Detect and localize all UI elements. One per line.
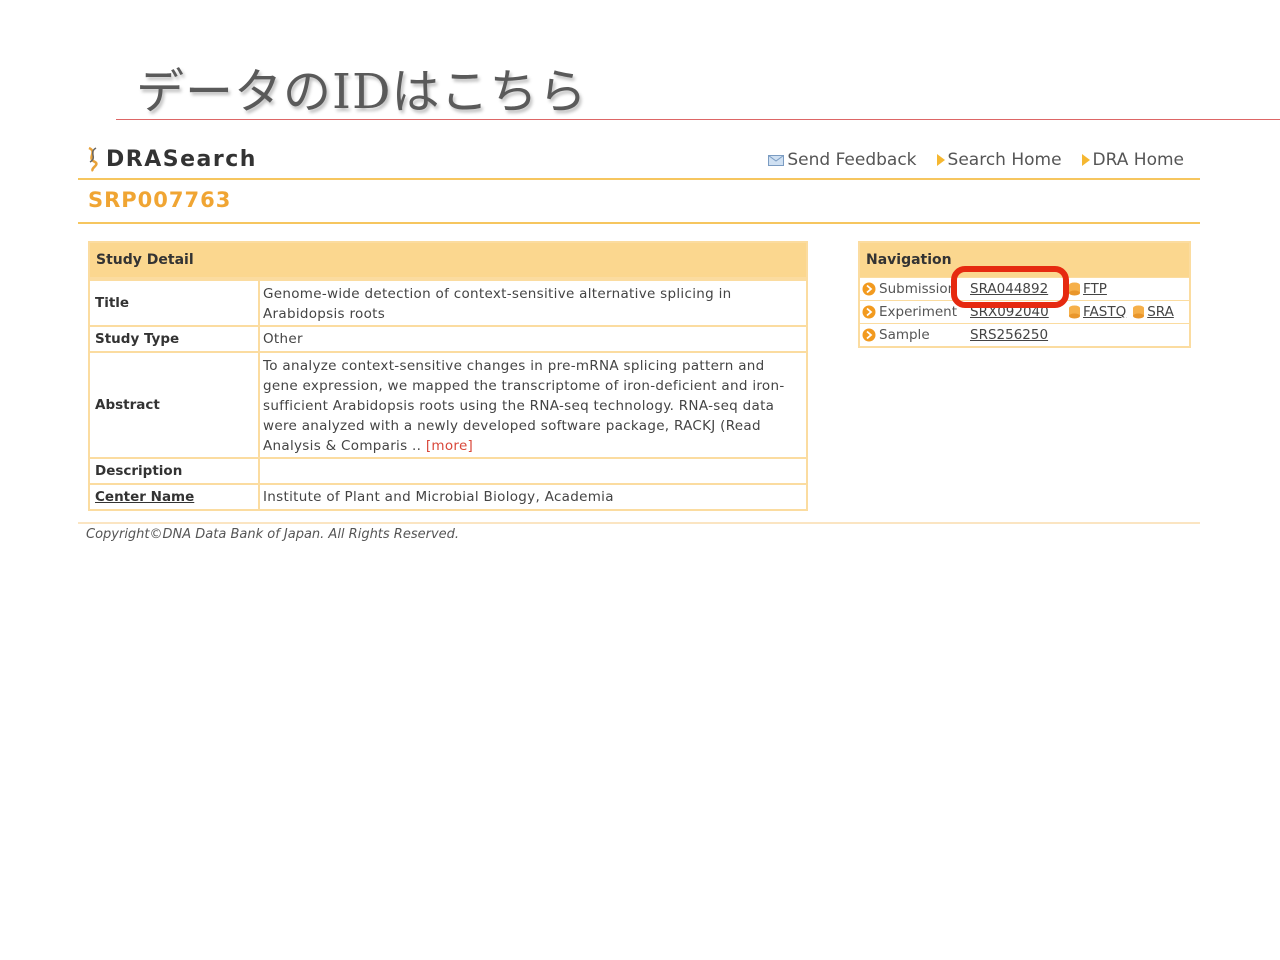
search-home-label: Search Home <box>947 150 1062 170</box>
submission-id-link[interactable]: SRA044892 <box>970 281 1062 297</box>
send-feedback-link[interactable]: Send Feedback <box>768 150 917 170</box>
nav-label-text: Submission <box>879 281 957 297</box>
row-value: Genome-wide detection of context-sensiti… <box>263 286 732 322</box>
table-row-description: Description <box>90 457 806 483</box>
dra-home-link[interactable]: DRA Home <box>1081 150 1184 170</box>
arrow-circle-icon <box>862 305 876 319</box>
arrow-circle-icon <box>862 282 876 296</box>
row-label: Center Name <box>90 485 260 509</box>
dna-helix-icon <box>88 146 98 172</box>
study-detail-table: Study Detail Title Genome-wide detection… <box>88 241 808 511</box>
mail-icon <box>768 154 785 166</box>
send-feedback-label: Send Feedback <box>787 150 917 170</box>
nav-label: Experiment <box>862 304 970 320</box>
footer-divider <box>78 522 1200 524</box>
nav-row-sample: Sample SRS256250 <box>860 323 1189 346</box>
table-row-abstract: Abstract To analyze context-sensitive ch… <box>90 351 806 457</box>
nav-row-experiment: Experiment SRX092040 FASTQ SRA <box>860 300 1189 323</box>
nav-label: Submission <box>862 281 970 297</box>
nav-label-text: Experiment <box>879 304 958 320</box>
fastq-label: FASTQ <box>1083 304 1127 320</box>
accession-title: SRP007763 <box>88 188 232 212</box>
study-detail-heading: Study Detail <box>90 243 806 279</box>
experiment-id-link[interactable]: SRX092040 <box>970 304 1062 320</box>
sra-label: SRA <box>1147 304 1174 320</box>
arrow-circle-icon <box>862 328 876 342</box>
navigation-heading: Navigation <box>860 243 1189 277</box>
database-icon <box>1069 282 1080 296</box>
row-label: Abstract <box>90 353 260 457</box>
row-value <box>260 459 806 483</box>
arrow-right-icon <box>1081 154 1090 166</box>
header-divider <box>78 178 1200 180</box>
nav-label: Sample <box>862 327 970 343</box>
nav-row-submission: Submission SRA044892 FTP <box>860 277 1189 300</box>
sra-link[interactable]: SRA <box>1132 304 1174 320</box>
slide-divider <box>116 119 1280 120</box>
table-row-study-type: Study Type Other <box>90 325 806 351</box>
sample-id-link[interactable]: SRS256250 <box>970 327 1062 343</box>
accession-divider <box>78 222 1200 224</box>
slide-title: データのIDはこちら <box>136 64 588 120</box>
dra-search-logo[interactable]: DRASearch <box>84 146 257 172</box>
center-name-link[interactable]: Center Name <box>95 489 194 505</box>
row-value: To analyze context-sensitive changes in … <box>260 353 806 457</box>
search-home-link[interactable]: Search Home <box>936 150 1062 170</box>
row-value: Institute of Plant and Microbial Biology… <box>263 489 614 505</box>
arrow-right-icon <box>936 154 945 166</box>
copyright-text: Copyright©DNA Data Bank of Japan. All Ri… <box>86 527 460 542</box>
ftp-link[interactable]: FTP <box>1068 281 1107 297</box>
database-icon <box>1133 305 1145 319</box>
row-value: Other <box>263 331 303 347</box>
top-navigation: Send Feedback Search Home DRA Home <box>768 150 1184 170</box>
database-icon <box>1069 305 1080 319</box>
row-label: Study Type <box>90 327 260 351</box>
row-label: Description <box>90 459 260 483</box>
table-row-center-name: Center Name Institute of Plant and Micro… <box>90 483 806 509</box>
table-row-title: Title Genome-wide detection of context-s… <box>90 279 806 325</box>
navigation-box: Navigation Submission SRA044892 FTP Expe… <box>858 241 1191 348</box>
nav-label-text: Sample <box>879 327 930 343</box>
abstract-text: To analyze context-sensitive changes in … <box>263 358 785 454</box>
more-link[interactable]: [more] <box>426 438 473 454</box>
dra-home-label: DRA Home <box>1092 150 1184 170</box>
fastq-link[interactable]: FASTQ <box>1068 304 1126 320</box>
logo-text: DRASearch <box>106 146 257 172</box>
row-label: Title <box>90 281 260 325</box>
ftp-label: FTP <box>1083 281 1107 297</box>
